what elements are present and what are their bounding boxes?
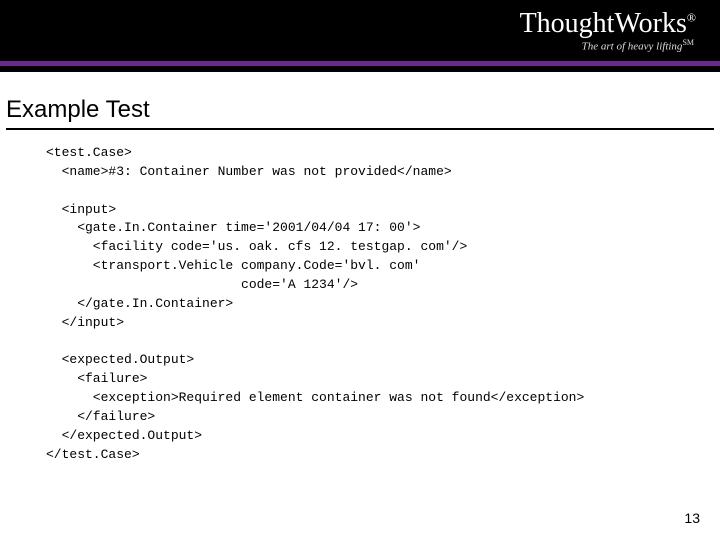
title-block: Example Test — [0, 72, 720, 130]
header-bar: ThoughtWorks® The art of heavy liftingSM — [0, 0, 720, 72]
code-line: <expected.Output> — [46, 352, 194, 367]
brand-tagline: The art of heavy liftingSM — [520, 38, 694, 53]
service-mark: SM — [682, 38, 694, 47]
code-line: </test.Case> — [46, 447, 140, 462]
code-line: <test.Case> — [46, 145, 132, 160]
slide: ThoughtWorks® The art of heavy liftingSM… — [0, 0, 720, 540]
code-line: <exception>Required element container wa… — [46, 390, 584, 405]
code-line: <failure> — [46, 371, 147, 386]
registered-mark: ® — [687, 11, 696, 25]
brand-name-text: ThoughtWorks — [520, 8, 687, 39]
code-line: code='A 1234'/> — [46, 277, 358, 292]
page-title: Example Test — [6, 96, 714, 126]
code-line: </failure> — [46, 409, 155, 424]
header-accent-rule — [0, 61, 720, 66]
code-block: <test.Case> <name>#3: Container Number w… — [0, 130, 720, 464]
brand-name: ThoughtWorks® — [520, 8, 696, 40]
code-line: <transport.Vehicle company.Code='bvl. co… — [46, 258, 420, 273]
code-line: </gate.In.Container> — [46, 296, 233, 311]
brand-tagline-text: The art of heavy lifting — [582, 41, 683, 53]
code-line: </input> — [46, 315, 124, 330]
brand-logo: ThoughtWorks® The art of heavy liftingSM — [520, 8, 696, 53]
code-line: <gate.In.Container time='2001/04/04 17: … — [46, 220, 420, 235]
code-line: <input> — [46, 202, 116, 217]
code-line: <facility code='us. oak. cfs 12. testgap… — [46, 239, 467, 254]
code-line: </expected.Output> — [46, 428, 202, 443]
page-number: 13 — [684, 510, 700, 526]
code-line: <name>#3: Container Number was not provi… — [46, 164, 452, 179]
